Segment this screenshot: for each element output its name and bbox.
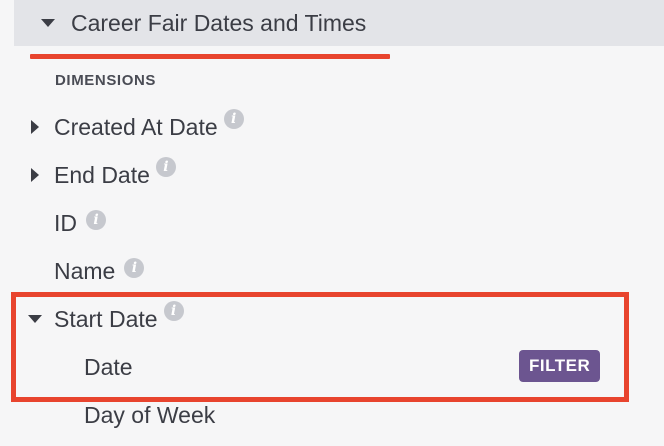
field-label-created-at-date: Created At Date [54,113,218,140]
field-label-id: ID [54,209,77,236]
info-icon[interactable]: i [86,210,106,230]
field-label-end-date: End Date [54,161,150,188]
field-start-date-date[interactable]: Date [84,347,133,387]
field-start-date-day-of-week[interactable]: Day of Week [84,395,215,435]
field-label-name: Name [54,257,116,284]
info-icon[interactable]: i [155,157,176,177]
view-title: Career Fair Dates and Times [71,9,367,36]
caret-down-icon [41,19,55,27]
field-label-date: Date [84,353,133,380]
info-icon[interactable]: i [163,301,184,321]
view-header[interactable]: Career Fair Dates and Times [14,0,664,46]
annotation-underline [30,54,390,59]
field-picker-panel: Career Fair Dates and Times DIMENSIONS C… [0,0,664,446]
field-id[interactable]: ID i [0,203,664,243]
caret-slot [0,120,54,134]
caret-right-icon [31,120,39,134]
dimensions-section-label: DIMENSIONS [55,72,157,89]
info-icon[interactable]: i [124,258,145,278]
field-label-day-of-week: Day of Week [84,401,216,428]
caret-slot [0,315,54,323]
field-group-end-date[interactable]: End Date i [0,155,664,195]
info-icon[interactable]: i [223,109,244,129]
field-label-start-date: Start Date [54,305,158,332]
caret-down-icon [28,315,42,323]
field-name[interactable]: Name i [0,251,664,291]
caret-slot [0,168,54,182]
field-group-created-at-date[interactable]: Created At Date i [0,107,664,147]
filter-button[interactable]: FILTER [519,350,601,382]
field-group-start-date[interactable]: Start Date i [0,299,664,339]
caret-right-icon [31,168,39,182]
